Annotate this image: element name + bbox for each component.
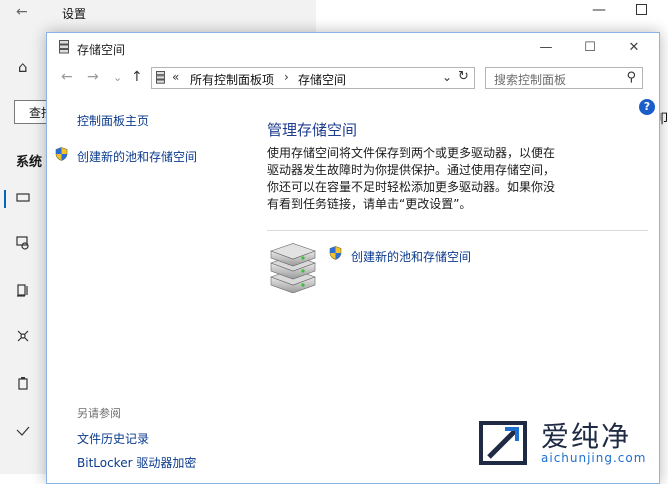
window-titlebar: 存储空间 — ☐ ✕ (47, 33, 659, 63)
sound-icon[interactable] (16, 236, 30, 250)
breadcrumb-all-control-panel-items[interactable]: 所有控制面板项 (190, 71, 274, 88)
control-panel-home-link[interactable]: 控制面板主页 (77, 112, 149, 129)
storage-icon (156, 71, 165, 84)
create-pool-link-main[interactable]: 创建新的池和存储空间 (351, 248, 471, 265)
see-also-heading: 另请参阅 (77, 407, 121, 420)
page-title: 管理存储空间 (267, 121, 358, 139)
page-description: 使用存储空间将文件保存到两个或更多驱动器，以便在 驱动器发生故障时为你提供保护。… (267, 145, 567, 213)
settings-back-button[interactable]: ← (16, 4, 28, 20)
help-button[interactable]: ? (639, 99, 655, 115)
settings-titlebar (46, 0, 316, 32)
breadcrumb-storage-spaces[interactable]: 存储空间 (298, 71, 346, 88)
description-line: 你还可以在容量不足时轻松添加更多驱动器。如果你没 (267, 180, 556, 194)
recent-locations-dropdown[interactable]: ⌄ (113, 71, 122, 84)
up-button[interactable]: ↑ (131, 69, 143, 85)
shield-icon (55, 147, 68, 161)
watermark-url: aichunjing.com (541, 451, 647, 465)
breadcrumb-separator[interactable]: › (284, 70, 289, 84)
forward-button[interactable]: → (87, 69, 99, 85)
close-button[interactable]: ✕ (619, 37, 649, 59)
storage-icon (59, 40, 69, 54)
settings-title: 设置 (62, 7, 87, 21)
refresh-button[interactable]: ↻ (458, 69, 469, 84)
multitasking-icon[interactable] (16, 424, 30, 438)
watermark-text: 爱纯净 (541, 420, 632, 453)
maximize-button[interactable]: ☐ (575, 37, 605, 59)
shield-icon (329, 246, 342, 260)
focus-assist-icon[interactable] (16, 329, 30, 343)
address-bar[interactable]: « 所有控制面板项 › 存储空间 ⌄ ↻ (151, 67, 475, 89)
search-input[interactable]: 搜索控制面板 ⚲ (485, 67, 643, 89)
search-placeholder: 搜索控制面板 (494, 73, 567, 87)
storage-pool-icon (270, 243, 316, 293)
display-icon[interactable] (16, 191, 30, 205)
description-line: 有看到任务链接，请单击“更改设置”。 (267, 197, 472, 211)
window-title: 存储空间 (77, 43, 126, 57)
settings-minimize-button[interactable]: — (592, 2, 606, 18)
address-overflow-chevron[interactable]: « (172, 70, 179, 84)
watermark: 爱纯净 aichunjing.com (475, 417, 665, 474)
watermark-logo-icon (479, 421, 527, 465)
minimize-button[interactable]: — (531, 37, 561, 59)
settings-system-heading: 系统 (16, 155, 43, 170)
settings-maximize-button[interactable] (636, 4, 647, 15)
description-line: 驱动器发生故障时为你提供保护。通过使用存储空间， (267, 163, 556, 177)
create-pool-link-left[interactable]: 创建新的池和存储空间 (77, 148, 197, 165)
notifications-icon[interactable] (16, 283, 30, 297)
power-icon[interactable] (16, 376, 30, 390)
navigation-bar: ← → ⌄ ↑ « 所有控制面板项 › 存储空间 ⌄ ↻ 搜索控制面板 ⚲ (47, 63, 659, 97)
search-icon[interactable]: ⚲ (626, 70, 636, 85)
description-line: 使用存储空间将文件保存到两个或更多驱动器，以便在 (267, 146, 556, 160)
selected-indicator (4, 190, 6, 208)
section-divider (267, 230, 648, 231)
address-dropdown-button[interactable]: ⌄ (442, 70, 452, 84)
file-history-link[interactable]: 文件历史记录 (77, 430, 149, 447)
home-icon[interactable]: ⌂ (18, 58, 28, 76)
bitlocker-link[interactable]: BitLocker 驱动器加密 (77, 454, 196, 471)
back-button[interactable]: ← (61, 69, 73, 85)
